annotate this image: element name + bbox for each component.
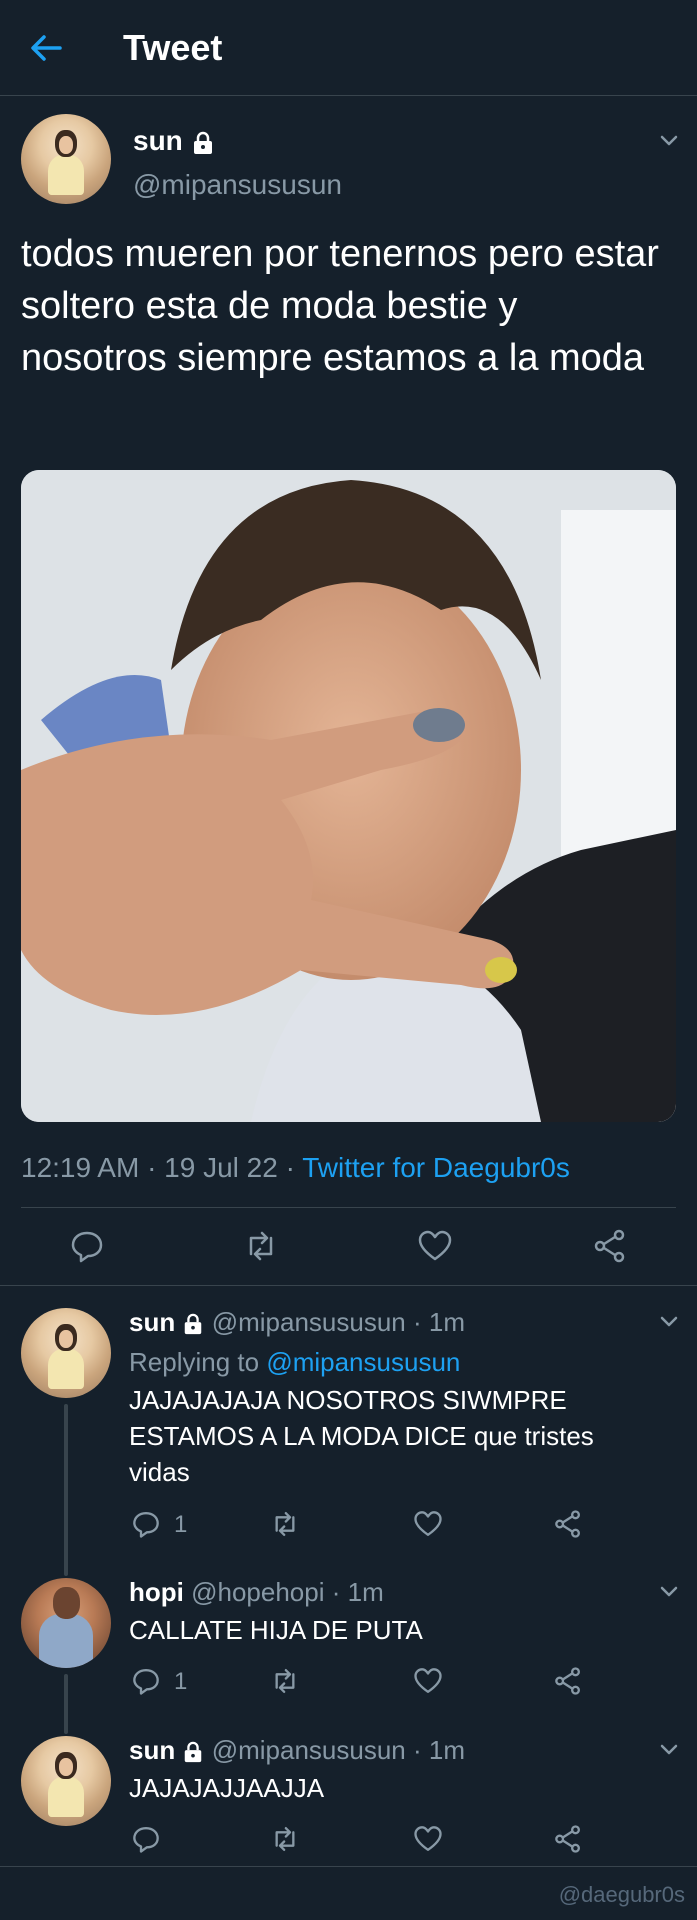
chevron-down-icon[interactable] xyxy=(656,1736,682,1762)
watermark: @daegubr0s xyxy=(558,1882,685,1907)
share-icon[interactable] xyxy=(592,1228,628,1264)
retweet-icon[interactable] xyxy=(270,1824,300,1854)
replying-to: Replying to @mipansususun xyxy=(129,1344,460,1380)
divider xyxy=(21,1207,676,1208)
like-icon[interactable] xyxy=(413,1824,443,1854)
back-arrow-icon[interactable] xyxy=(26,28,66,68)
thread-line xyxy=(64,1674,68,1734)
reply-icon[interactable] xyxy=(69,1228,105,1264)
avatar[interactable] xyxy=(21,114,111,204)
tweet-text: todos mueren por tenernos pero estar sol… xyxy=(21,233,659,379)
lock-icon xyxy=(182,1741,204,1763)
tweet-timestamp: 12:19 AM · 19 Jul 22 · xyxy=(21,1152,303,1183)
share-icon[interactable] xyxy=(553,1666,583,1696)
reply-icon[interactable] xyxy=(131,1666,161,1696)
chevron-down-icon[interactable] xyxy=(656,1308,682,1334)
reply-count: 1 xyxy=(174,1511,188,1538)
reply-avatar[interactable] xyxy=(21,1578,111,1668)
reply-handle-time[interactable]: @mipansususun · 1m xyxy=(212,1735,465,1765)
chevron-down-icon[interactable] xyxy=(656,1578,682,1604)
chevron-down-icon[interactable] xyxy=(656,127,682,153)
replying-to-handle[interactable]: @mipansususun xyxy=(266,1347,460,1377)
divider xyxy=(0,1285,697,1286)
reply-header: hopi @hopehopi · 1m xyxy=(129,1576,384,1608)
share-icon[interactable] xyxy=(553,1509,583,1539)
reply-avatar[interactable] xyxy=(21,1736,111,1826)
like-icon[interactable] xyxy=(413,1509,443,1539)
reply-count: 1 xyxy=(174,1668,188,1695)
reply-text: CALLATE HIJA DE PUTA xyxy=(129,1615,423,1645)
page-title: Tweet xyxy=(123,27,223,68)
reply-author-name[interactable]: sun xyxy=(129,1735,175,1765)
like-icon[interactable] xyxy=(417,1228,453,1264)
retweet-icon[interactable] xyxy=(270,1666,300,1696)
reply-header: sun @mipansususun · 1m xyxy=(129,1734,465,1766)
replying-to-label: Replying to xyxy=(129,1347,267,1377)
reply-author-name[interactable]: hopi xyxy=(129,1577,184,1607)
top-bar: Tweet xyxy=(0,0,697,96)
divider xyxy=(0,1866,697,1867)
reply-handle-time[interactable]: @mipansususun · 1m xyxy=(212,1307,465,1337)
reply-avatar[interactable] xyxy=(21,1308,111,1398)
retweet-icon[interactable] xyxy=(243,1228,279,1264)
reply-icon[interactable] xyxy=(131,1509,161,1539)
retweet-icon[interactable] xyxy=(270,1509,300,1539)
author-name[interactable]: sun xyxy=(133,125,183,156)
lock-icon xyxy=(182,1313,204,1335)
reply-icon[interactable] xyxy=(131,1824,161,1854)
reply-author-name[interactable]: sun xyxy=(129,1307,175,1337)
reply-handle-time[interactable]: @hopehopi · 1m xyxy=(191,1577,384,1607)
tweet-photo[interactable] xyxy=(21,470,676,1122)
thread-line xyxy=(64,1404,68,1576)
lock-icon xyxy=(191,131,215,155)
reply-text: JAJAJAJAJA NOSOTROS SIWMPRE ESTAMOS A LA… xyxy=(129,1385,594,1487)
like-icon[interactable] xyxy=(413,1666,443,1696)
tweet-timestamp-row: 12:19 AM · 19 Jul 22 · Twitter for Daegu… xyxy=(21,1150,570,1186)
share-icon[interactable] xyxy=(553,1824,583,1854)
tweet-source-link[interactable]: Twitter for Daegubr0s xyxy=(302,1152,570,1183)
reply-header: sun @mipansususun · 1m xyxy=(129,1306,465,1338)
reply-text: JAJAJAJJAAJJA xyxy=(129,1773,325,1803)
author-handle[interactable]: @mipansususun xyxy=(133,168,342,202)
author-name-row: sun xyxy=(133,124,215,158)
